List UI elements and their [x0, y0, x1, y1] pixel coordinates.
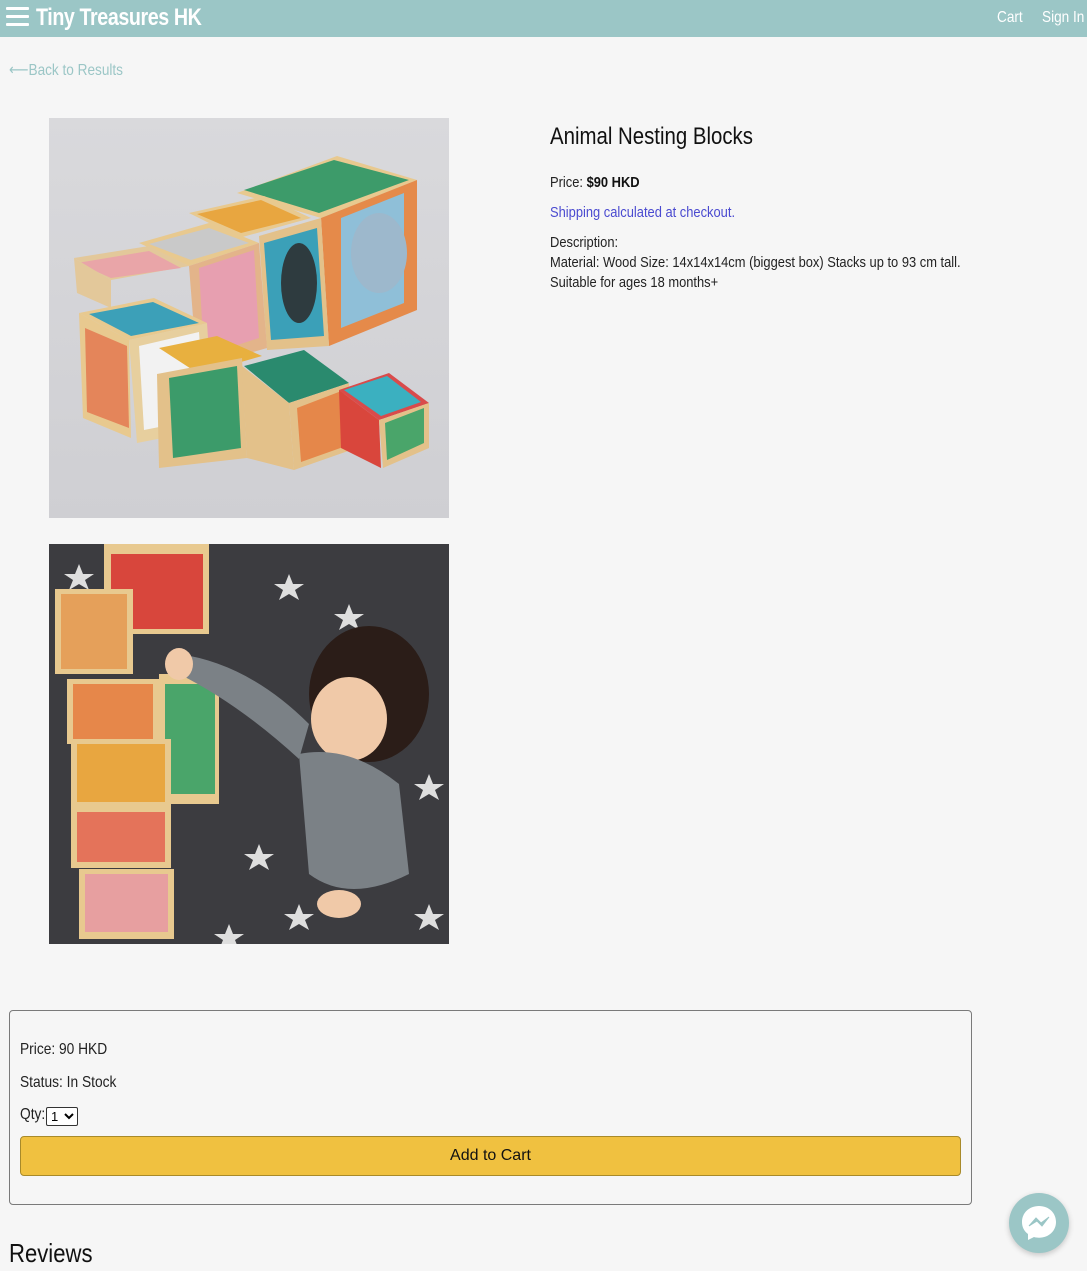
reviews-heading: Reviews	[9, 1238, 93, 1268]
product-image-baby[interactable]	[49, 544, 449, 944]
qty-label: Qty:	[20, 1106, 46, 1123]
back-to-results-link[interactable]: ⟵Back to Results	[9, 60, 123, 80]
messenger-icon	[1022, 1206, 1056, 1240]
hamburger-menu-icon[interactable]	[6, 7, 29, 27]
stock-status: Status: In Stock	[20, 1074, 117, 1091]
product-image-blocks[interactable]	[49, 118, 449, 518]
add-to-cart-panel: Price: 90 HKD Status: In Stock Qty: 1 Ad…	[9, 1010, 972, 1205]
add-to-cart-button[interactable]: Add to Cart	[20, 1136, 961, 1176]
description-label: Description:	[550, 234, 619, 251]
product-title: Animal Nesting Blocks	[550, 123, 753, 150]
messenger-chat-button[interactable]	[1009, 1193, 1069, 1253]
product-image-baby-art	[49, 544, 449, 944]
top-nav-bar: Tiny Treasures HK Cart Sign In	[0, 0, 1087, 37]
price-label: Price:	[550, 174, 583, 191]
panel-price: Price: 90 HKD	[20, 1041, 108, 1058]
cart-link[interactable]: Cart	[997, 9, 1023, 27]
sign-in-link[interactable]: Sign In	[1042, 9, 1084, 27]
shipping-link[interactable]: Shipping calculated at checkout.	[550, 204, 735, 221]
product-price: Price: $90 HKD	[550, 174, 640, 191]
brand-logo[interactable]: Tiny Treasures HK	[36, 4, 202, 32]
price-value: $90 HKD	[586, 174, 640, 191]
qty-select[interactable]: 1	[46, 1107, 78, 1126]
product-image-blocks-art	[49, 118, 449, 518]
description-line-2: Suitable for ages 18 months+	[550, 274, 719, 291]
description-line-1: Material: Wood Size: 14x14x14cm (biggest…	[550, 254, 961, 271]
